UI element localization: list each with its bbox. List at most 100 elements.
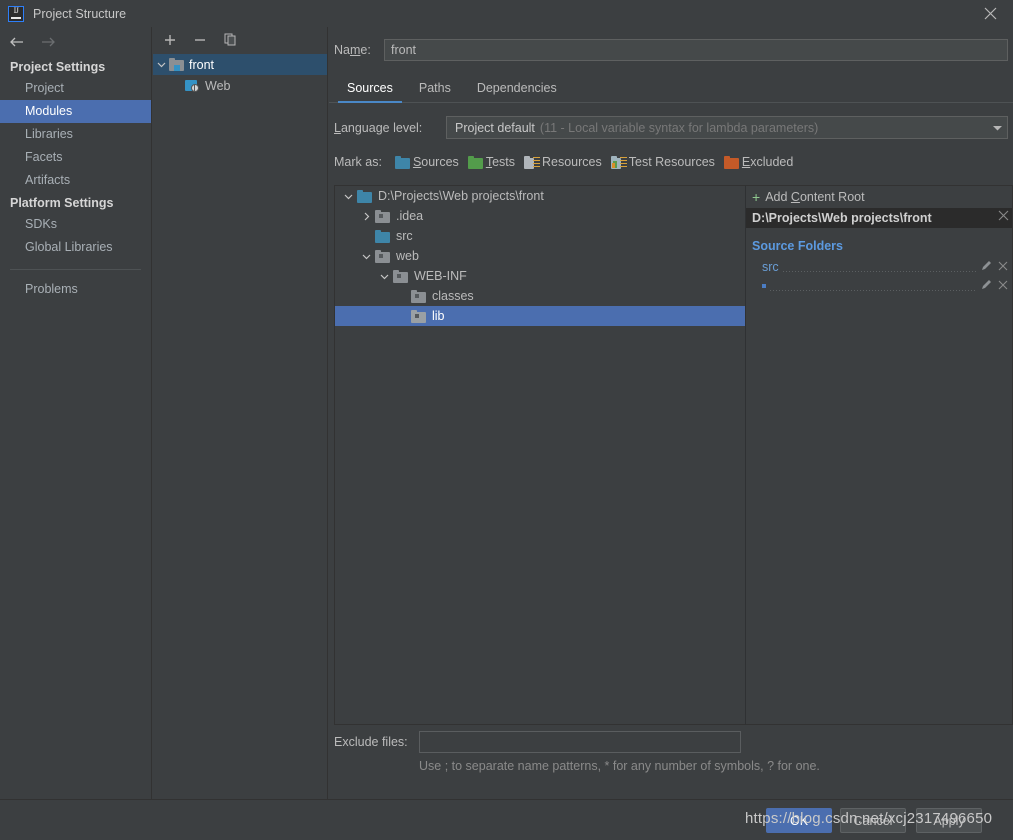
- folder-sources-icon: [375, 229, 390, 243]
- minus-icon[interactable]: [192, 32, 208, 48]
- dialog-footer: OK Cancel Apply: [0, 799, 1013, 840]
- folder-icon: [411, 289, 426, 303]
- source-folder-row-empty[interactable]: [746, 276, 1012, 295]
- modules-tree: front Web: [153, 54, 327, 96]
- chevron-down-icon[interactable]: [153, 60, 169, 69]
- tree-row-web[interactable]: web: [335, 246, 745, 266]
- content-roots-tree: D:\Projects\Web projects\front .idea src…: [334, 185, 745, 725]
- folder-resources-icon: [524, 155, 540, 169]
- mark-as-tests-label: Tests: [485, 155, 515, 169]
- language-level-label: Language level:: [334, 120, 423, 135]
- tab-sources[interactable]: Sources: [334, 75, 406, 103]
- apply-button[interactable]: Apply: [916, 808, 982, 833]
- chevron-down-icon[interactable]: [357, 252, 375, 261]
- tree-row-label: classes: [432, 289, 474, 303]
- sidebar-nav-arrows: [0, 27, 151, 56]
- module-tree-label: front: [189, 57, 215, 72]
- tree-row-web-inf[interactable]: WEB-INF: [335, 266, 745, 286]
- tree-row-label: src: [396, 229, 413, 243]
- cancel-button[interactable]: Cancel: [840, 808, 906, 833]
- modules-toolbar: [153, 27, 327, 52]
- copy-icon[interactable]: [222, 32, 238, 48]
- chevron-down-icon[interactable]: [992, 121, 1003, 135]
- mark-as-test-resources-button[interactable]: Test Resources: [610, 155, 715, 169]
- chevron-right-icon[interactable]: [357, 212, 375, 221]
- sources-split-pane: D:\Projects\Web projects\front .idea src…: [334, 185, 1013, 725]
- source-folder-marker: [762, 283, 766, 288]
- close-icon[interactable]: [998, 279, 1008, 293]
- folder-icon: [393, 269, 408, 283]
- module-name-label: Name:: [334, 43, 371, 57]
- folder-icon: [411, 309, 426, 323]
- module-tabs: Sources Paths Dependencies: [329, 74, 1013, 103]
- tree-row-label: lib: [432, 309, 445, 323]
- module-name-row: Name:: [329, 27, 1013, 61]
- sidebar-item-global-libraries[interactable]: Global Libraries: [0, 236, 151, 259]
- source-folder-name: src: [762, 259, 779, 274]
- close-icon[interactable]: [998, 260, 1008, 274]
- folder-sources-icon: [394, 155, 410, 169]
- sidebar-item-sdks[interactable]: SDKs: [0, 213, 151, 236]
- add-content-root-label: Add Content Root: [765, 190, 865, 204]
- arrow-left-icon[interactable]: [7, 33, 25, 51]
- window-title: Project Structure: [33, 6, 127, 21]
- dotted-separator: [770, 289, 977, 291]
- source-folders-title: Source Folders: [752, 239, 843, 253]
- sidebar-heading-project-settings: Project Settings: [10, 60, 106, 74]
- remove-content-root-icon[interactable]: [998, 210, 1009, 224]
- ok-button[interactable]: OK: [766, 808, 832, 833]
- tree-row-classes[interactable]: classes: [335, 286, 745, 306]
- web-facet-icon: [185, 79, 200, 92]
- tree-row-idea[interactable]: .idea: [335, 206, 745, 226]
- sidebar-item-artifacts[interactable]: Artifacts: [0, 169, 151, 192]
- sidebar-item-facets[interactable]: Facets: [0, 146, 151, 169]
- tree-row-src[interactable]: src: [335, 226, 745, 246]
- mark-as-tests-button[interactable]: Tests: [467, 155, 515, 169]
- title-bar: IJ Project Structure: [0, 0, 1013, 27]
- language-level-dropdown[interactable]: Project default (11 - Local variable syn…: [446, 116, 1008, 139]
- module-tree-row-front[interactable]: front: [153, 54, 327, 75]
- mark-as-excluded-button[interactable]: Excluded: [723, 155, 793, 169]
- tab-paths[interactable]: Paths: [406, 75, 464, 103]
- module-name-input[interactable]: [384, 39, 1008, 61]
- folder-sources-icon: [357, 189, 372, 203]
- mark-as-toolbar: Mark as: Sources Tests Resources Test Re…: [329, 139, 1013, 169]
- tab-dependencies[interactable]: Dependencies: [464, 75, 570, 103]
- sidebar-item-project[interactable]: Project: [0, 77, 151, 100]
- source-folder-row-src[interactable]: src: [746, 257, 1012, 276]
- sidebar-item-modules[interactable]: Modules: [0, 100, 151, 123]
- plus-icon[interactable]: [162, 32, 178, 48]
- sidebar-item-libraries[interactable]: Libraries: [0, 123, 151, 146]
- add-content-root-button[interactable]: + Add Content Root: [746, 186, 1012, 208]
- arrow-right-icon[interactable]: [39, 33, 57, 51]
- chevron-down-icon[interactable]: [375, 272, 393, 281]
- folder-icon: [375, 249, 390, 263]
- tree-row-label: web: [396, 249, 419, 263]
- project-structure-dialog: IJ Project Structure Project Settings Pr…: [0, 0, 1013, 840]
- modules-panel: front Web: [153, 27, 328, 799]
- chevron-down-icon[interactable]: [339, 192, 357, 201]
- tree-row-label: WEB-INF: [414, 269, 467, 283]
- module-tree-row-web[interactable]: Web: [153, 75, 327, 96]
- module-editor: Name: Sources Paths Dependencies Languag…: [329, 27, 1013, 799]
- sidebar-divider: [10, 269, 141, 270]
- sidebar-item-problems[interactable]: Problems: [0, 278, 151, 301]
- language-level-hint: (11 - Local variable syntax for lambda p…: [539, 120, 819, 135]
- intellij-idea-logo-icon: IJ: [8, 5, 24, 22]
- module-folder-icon: [169, 58, 184, 71]
- tree-row-lib[interactable]: lib: [335, 306, 745, 326]
- mark-as-resources-button[interactable]: Resources: [524, 155, 602, 169]
- mark-as-sources-button[interactable]: Sources: [394, 155, 459, 169]
- content-root-details-panel: + Add Content Root D:\Projects\Web proje…: [745, 185, 1013, 725]
- pencil-icon[interactable]: [981, 279, 992, 293]
- mark-as-label: Mark as:: [334, 155, 382, 169]
- tree-row-label: .idea: [396, 209, 424, 223]
- tree-row-content-root[interactable]: D:\Projects\Web projects\front: [335, 186, 745, 206]
- content-root-path-label: D:\Projects\Web projects\front: [752, 211, 932, 225]
- folder-icon: [375, 209, 390, 223]
- exclude-files-input[interactable]: [419, 731, 741, 753]
- pencil-icon[interactable]: [981, 260, 992, 274]
- language-level-value: Project default: [455, 120, 535, 135]
- close-icon[interactable]: [968, 0, 1013, 27]
- settings-sidebar: Project Settings Project Modules Librari…: [0, 27, 152, 834]
